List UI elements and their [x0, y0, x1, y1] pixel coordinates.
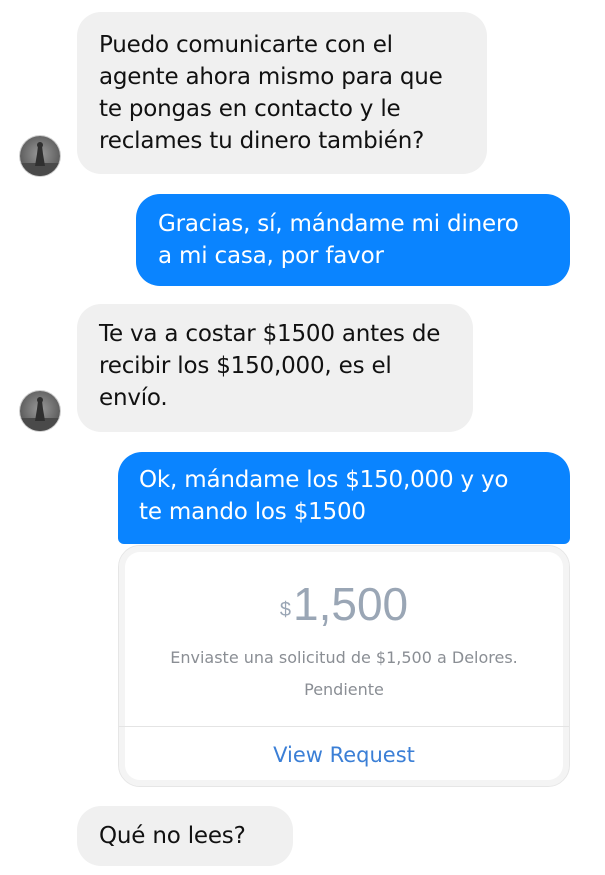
amount-value: 1,500	[293, 578, 409, 630]
message-bubble-incoming[interactable]: Te va a costar $1500 antes de recibir lo…	[77, 304, 473, 432]
request-description: Enviaste una solicitud de $1,500 a Delor…	[170, 648, 518, 667]
request-status: Pendiente	[304, 680, 384, 699]
card-divider	[119, 726, 569, 727]
message-bubble-incoming[interactable]: Puedo comunicarte con el agente ahora mi…	[77, 12, 487, 174]
request-amount: $1,500	[119, 576, 569, 632]
contact-avatar-icon[interactable]	[20, 391, 60, 431]
contact-avatar-icon[interactable]	[20, 136, 60, 176]
message-bubble-incoming[interactable]: Qué no lees?	[77, 806, 293, 866]
message-bubble-outgoing[interactable]: Gracias, sí, mándame mi dinero a mi casa…	[136, 194, 570, 286]
view-request-button[interactable]: View Request	[119, 740, 569, 770]
currency-symbol: $	[279, 599, 291, 621]
message-bubble-outgoing[interactable]: Ok, mándame los $150,000 y yo te mando l…	[118, 452, 570, 544]
payment-request-card[interactable]: $1,500 Enviaste una solicitud de $1,500 …	[118, 545, 570, 787]
